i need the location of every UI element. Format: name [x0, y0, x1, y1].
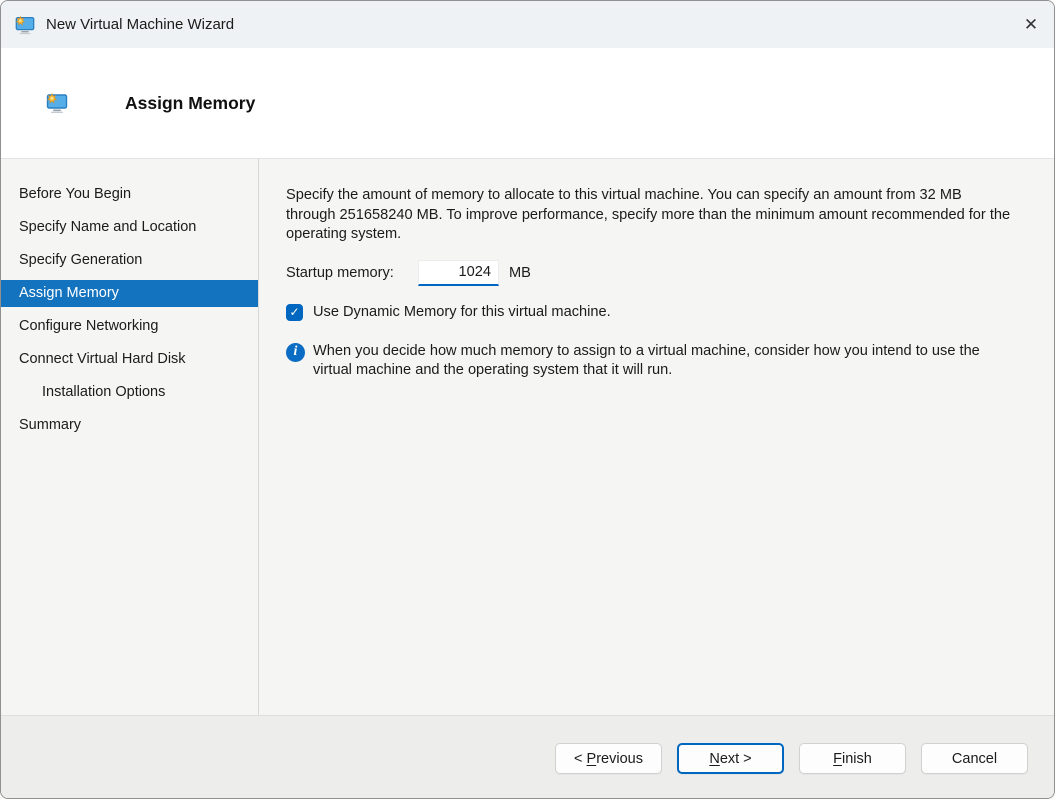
- memory-description-text: Specify the amount of memory to allocate…: [286, 187, 1011, 242]
- startup-memory-input[interactable]: [418, 259, 499, 286]
- sidebar-item-summary[interactable]: Summary: [1, 412, 258, 439]
- startup-memory-unit: MB: [509, 264, 531, 281]
- new-vm-wizard-window: New Virtual Machine Wizard ✕ Assign Memo…: [0, 0, 1055, 799]
- sidebar-item-assign-memory[interactable]: Assign Memory: [1, 280, 258, 307]
- footer-button-bar: < Previous Next > Finish Cancel: [1, 715, 1054, 798]
- vm-monitor-icon: [46, 92, 68, 113]
- sidebar-item-specify-name-and-location[interactable]: Specify Name and Location: [1, 214, 258, 241]
- sidebar-item-configure-networking[interactable]: Configure Networking: [1, 313, 258, 340]
- main-panel: Specify the amount of memory to allocate…: [259, 159, 1054, 715]
- sidebar-item-specify-generation[interactable]: Specify Generation: [1, 247, 258, 274]
- window-title: New Virtual Machine Wizard: [46, 16, 235, 33]
- cancel-button[interactable]: Cancel: [921, 743, 1028, 774]
- dynamic-memory-checkbox[interactable]: ✓: [286, 303, 303, 321]
- finish-button[interactable]: Finish: [799, 743, 906, 774]
- page-header: Assign Memory: [1, 48, 1054, 158]
- next-button[interactable]: Next >: [677, 743, 784, 774]
- dynamic-memory-row: ✓ Use Dynamic Memory for this virtual ma…: [286, 303, 1014, 321]
- sidebar-item-installation-options[interactable]: Installation Options: [1, 379, 258, 406]
- info-note-row: i When you decide how much memory to ass…: [286, 342, 1014, 381]
- wizard-steps-sidebar: Before You Begin Specify Name and Locati…: [1, 159, 259, 715]
- close-icon[interactable]: ✕: [1008, 1, 1054, 48]
- page-title: Assign Memory: [125, 92, 256, 113]
- startup-memory-label: Startup memory:: [286, 264, 394, 281]
- info-icon: i: [286, 342, 305, 362]
- dynamic-memory-label: Use Dynamic Memory for this virtual mach…: [313, 304, 611, 320]
- previous-button[interactable]: < Previous: [555, 743, 662, 774]
- content-area: Before You Begin Specify Name and Locati…: [1, 159, 1054, 715]
- vm-monitor-icon: [15, 15, 35, 34]
- startup-memory-row: Startup memory: MB: [286, 259, 1014, 286]
- sidebar-item-connect-virtual-hard-disk[interactable]: Connect Virtual Hard Disk: [1, 346, 258, 373]
- sidebar-item-before-you-begin[interactable]: Before You Begin: [1, 181, 258, 208]
- info-note-text: When you decide how much memory to assig…: [313, 342, 980, 379]
- title-bar: New Virtual Machine Wizard ✕: [1, 1, 1054, 48]
